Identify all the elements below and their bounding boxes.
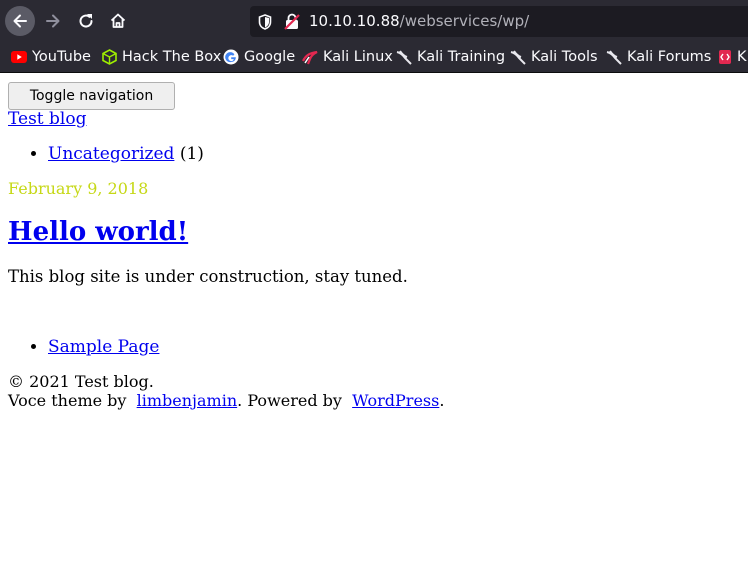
bookmark-label: Kali Tools: [531, 49, 598, 65]
address-bar[interactable]: 10.10.10.88/webservices/wp/: [250, 6, 748, 37]
bookmark-truncated[interactable]: K: [718, 42, 747, 72]
home-button[interactable]: [103, 6, 133, 36]
post-title-link[interactable]: Hello world!: [8, 217, 188, 247]
hackthebox-icon: [102, 49, 117, 65]
url-host: 10.10.10.88: [309, 12, 400, 30]
reload-button[interactable]: [71, 6, 101, 36]
url-path: /webservices/wp/: [399, 12, 530, 30]
insecure-lock-icon[interactable]: [284, 13, 300, 30]
web-page: Toggle navigation Test blog Uncategorize…: [0, 73, 748, 565]
reload-icon: [79, 14, 93, 28]
browser-toolbar: 10.10.10.88/webservices/wp/: [0, 0, 748, 42]
wordpress-link[interactable]: WordPress: [352, 391, 439, 410]
youtube-icon: [11, 51, 27, 63]
bookmarks-toolbar: YouTube Hack The Box Google Kali Linux K…: [0, 42, 748, 73]
kali-icon: [606, 50, 622, 65]
kali-icon: [302, 50, 318, 65]
page-link[interactable]: Sample Page: [48, 337, 159, 357]
shield-icon[interactable]: [258, 14, 272, 30]
category-list: Uncategorized (1): [0, 144, 204, 164]
home-icon: [110, 13, 126, 28]
footer-theme-text: Voce theme by: [8, 391, 132, 410]
footer: © 2021 Test blog. Voce theme by limbenja…: [8, 372, 444, 410]
bookmark-kali-forums[interactable]: Kali Forums: [606, 42, 711, 72]
bookmark-label: Kali Training: [417, 49, 506, 65]
bookmark-label: Kali Linux: [323, 49, 393, 65]
bookmark-label: YouTube: [32, 49, 91, 65]
exploit-icon: [719, 50, 731, 64]
footer-copyright: © 2021 Test blog.: [8, 372, 154, 391]
bookmark-kali-tools[interactable]: Kali Tools: [510, 42, 598, 72]
pages-list: Sample Page: [0, 337, 159, 357]
url-text[interactable]: 10.10.10.88/webservices/wp/: [309, 11, 529, 31]
google-icon: [223, 49, 239, 65]
bookmark-label: Google: [244, 49, 296, 65]
bookmark-google[interactable]: Google: [223, 42, 295, 72]
toggle-navigation-button[interactable]: Toggle navigation: [8, 82, 175, 110]
kali-icon: [510, 50, 526, 65]
bookmark-kali-linux[interactable]: Kali Linux: [302, 42, 393, 72]
post-body: This blog site is under construction, st…: [8, 267, 408, 286]
list-item: Sample Page: [48, 337, 159, 357]
bookmark-kali-training[interactable]: Kali Training: [396, 42, 505, 72]
footer-end: .: [439, 391, 445, 410]
forward-button[interactable]: [38, 6, 68, 36]
bookmark-label: Hack The Box: [122, 49, 222, 65]
category-link[interactable]: Uncategorized: [48, 144, 174, 164]
category-count: (1): [179, 144, 204, 164]
kali-icon: [396, 50, 412, 65]
bookmark-youtube[interactable]: YouTube: [11, 42, 91, 72]
arrow-left-icon: [13, 14, 27, 28]
arrow-right-icon: [46, 14, 60, 28]
bookmark-label: Kali Forums: [627, 49, 712, 65]
blog-title-link[interactable]: Test blog: [8, 109, 86, 129]
post-date: February 9, 2018: [8, 179, 149, 198]
bookmark-hackthebox[interactable]: Hack The Box: [102, 42, 221, 72]
theme-author-link[interactable]: limbenjamin: [137, 391, 238, 410]
footer-powered-text: . Powered by: [237, 391, 348, 410]
list-item: Uncategorized (1): [48, 144, 204, 164]
post-title: Hello world!: [8, 217, 188, 247]
bookmark-label: K: [737, 49, 747, 65]
back-button[interactable]: [5, 6, 35, 36]
